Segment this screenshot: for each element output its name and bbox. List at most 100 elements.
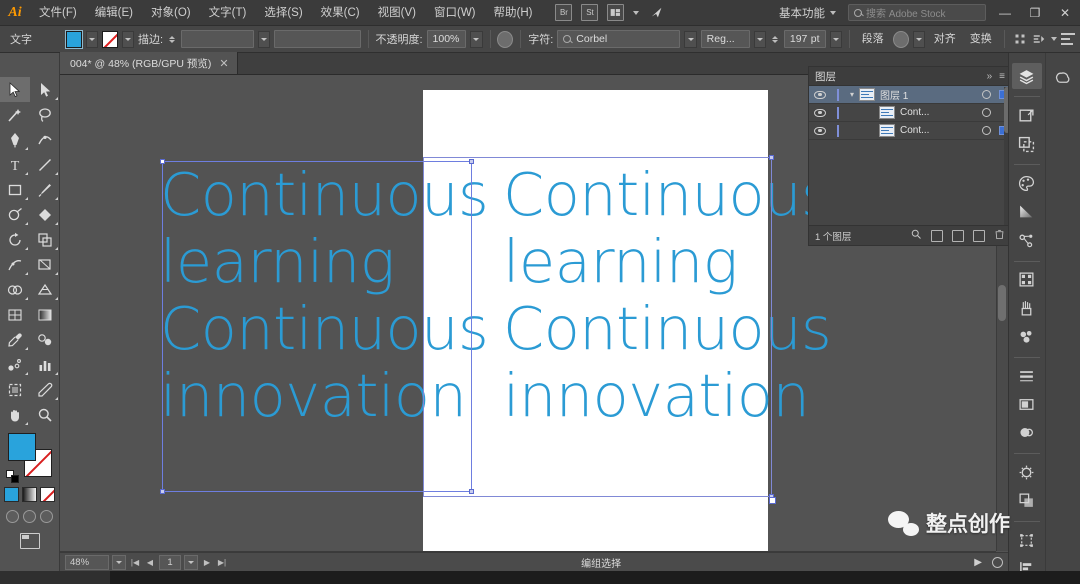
menu-help[interactable]: 帮助(H) [485,0,542,26]
font-size-stepper[interactable] [770,35,780,43]
distribute-spacing-icon[interactable] [1012,31,1028,48]
zoom-chevron-down-icon[interactable] [112,554,126,570]
panel-options-icon[interactable] [1061,32,1076,46]
line-segment-tool[interactable] [30,152,60,177]
sublayer-row-1[interactable]: Cont... [809,104,1011,122]
paragraph-align-icon[interactable] [892,30,909,48]
color-fill-mode-button[interactable] [4,487,19,502]
document-tab-close-icon[interactable]: ✕ [219,57,228,70]
window-minimize-button[interactable]: — [994,2,1016,24]
play-icon[interactable]: ▶ [974,557,982,568]
info-icon[interactable] [991,556,1003,568]
locate-object-icon[interactable] [910,228,922,243]
menu-file[interactable]: 文件(F) [30,0,86,26]
type-tool[interactable]: T [0,152,30,177]
pathfinder-panel-icon[interactable] [1012,488,1042,514]
scale-tool[interactable] [30,227,60,252]
curvature-tool[interactable] [30,127,60,152]
menu-edit[interactable]: 编辑(E) [86,0,142,26]
layers-panel-icon[interactable] [1011,63,1042,90]
free-transform-tool[interactable] [30,252,60,277]
sublayer-visibility-toggle[interactable] [809,108,831,117]
make-clipping-mask-icon[interactable] [931,229,943,242]
stroke-weight-chevron-down-icon[interactable] [258,30,271,48]
zoom-tool[interactable] [30,402,60,427]
mesh-tool[interactable] [0,302,30,327]
gradient-fill-mode-button[interactable] [22,487,37,502]
column-graph-tool[interactable] [30,352,60,377]
last-artboard-button[interactable]: ▶| [216,555,228,570]
stock-search-input[interactable]: 搜索 Adobe Stock [848,4,986,21]
gradient-panel-icon[interactable] [1012,199,1042,225]
color-guide-panel-icon[interactable] [1012,227,1042,253]
paragraph-chevron-down-icon[interactable] [912,30,925,48]
rectangle-tool[interactable] [0,177,30,202]
font-style-field[interactable]: Reg... [700,30,750,48]
stroke-panel-icon[interactable] [1012,363,1042,389]
transform-button[interactable]: 变换 [965,30,997,48]
stock-icon[interactable]: St [581,4,599,21]
artboard-number-input[interactable]: 1 [159,554,181,570]
width-tool[interactable] [0,252,30,277]
swatches-panel-icon[interactable] [1012,267,1042,293]
opacity-field[interactable]: 100% [426,30,467,48]
menu-view[interactable]: 视图(V) [369,0,425,26]
align-button[interactable]: 对齐 [929,30,961,48]
blend-tool[interactable] [30,327,60,352]
arrange-documents-icon[interactable] [607,4,625,21]
sublayer-visibility-toggle[interactable] [809,126,831,135]
brushes-panel-icon[interactable] [1012,295,1042,321]
layer-expand-chevron-down-icon[interactable]: ▾ [845,90,859,99]
selection-handle-bottom-left[interactable] [160,489,165,494]
window-restore-button[interactable]: ❐ [1024,2,1046,24]
transparency-panel-icon[interactable] [1012,459,1042,485]
previous-artboard-button[interactable]: ◀ [144,555,156,570]
direct-selection-tool[interactable] [30,77,60,102]
lasso-tool[interactable] [30,102,60,127]
arrange-order-icon[interactable] [1031,31,1047,48]
first-artboard-button[interactable]: |◀ [129,555,141,570]
font-style-chevron-down-icon[interactable] [753,30,766,48]
menu-effect[interactable]: 效果(C) [312,0,369,26]
selection-handle-top-left[interactable] [160,159,165,164]
collapse-panel-icon[interactable]: » [987,71,993,82]
font-size-field[interactable]: 197 pt [783,30,826,48]
bridge-icon[interactable]: Br [555,4,573,21]
none-fill-mode-button[interactable] [40,487,55,502]
menu-object[interactable]: 对象(O) [142,0,200,26]
panel-menu-icon[interactable]: ≡ [999,71,1005,82]
transform-panel-icon[interactable] [1012,527,1042,553]
arrange-chevron-down-icon[interactable] [633,10,640,15]
delete-layer-icon[interactable] [994,229,1005,243]
sync-settings-icon[interactable] [648,4,665,21]
stroke-color-swatch[interactable] [101,30,118,48]
eraser-tool[interactable] [30,202,60,227]
sublayer-name[interactable]: Cont... [900,125,977,136]
paragraph-button[interactable]: 段落 [857,30,889,48]
perspective-grid-tool[interactable] [30,277,60,302]
character-label[interactable]: 字符: [528,31,553,47]
color-panel-icon[interactable] [1012,170,1042,196]
sublayer-target-icon[interactable] [977,108,995,117]
font-family-field[interactable]: Corbel [557,30,681,48]
eyedropper-tool[interactable] [0,327,30,352]
stroke-weight-stepper[interactable] [167,35,177,43]
sublayer-lock-toggle[interactable] [831,106,845,119]
fill-color-box[interactable] [7,433,36,461]
artboard-tool[interactable] [0,377,30,402]
paintbrush-tool[interactable] [30,177,60,202]
rotate-tool[interactable] [0,227,30,252]
hand-tool[interactable] [0,402,30,427]
font-size-chevron-down-icon[interactable] [829,30,842,48]
pen-tool[interactable] [0,127,30,152]
layer-name[interactable]: 图层 1 [880,87,977,102]
fill-color-swatch[interactable] [64,29,83,49]
screen-mode-button[interactable] [19,533,40,549]
layer-lock-toggle[interactable] [831,88,845,101]
brush-definition-field[interactable] [274,30,361,48]
menu-window[interactable]: 窗口(W) [425,0,485,26]
recolor-artwork-icon[interactable] [497,30,514,48]
zoom-level-input[interactable]: 48% [65,554,109,570]
menu-select[interactable]: 选择(S) [255,0,311,26]
libraries-panel-icon[interactable] [1012,102,1042,128]
